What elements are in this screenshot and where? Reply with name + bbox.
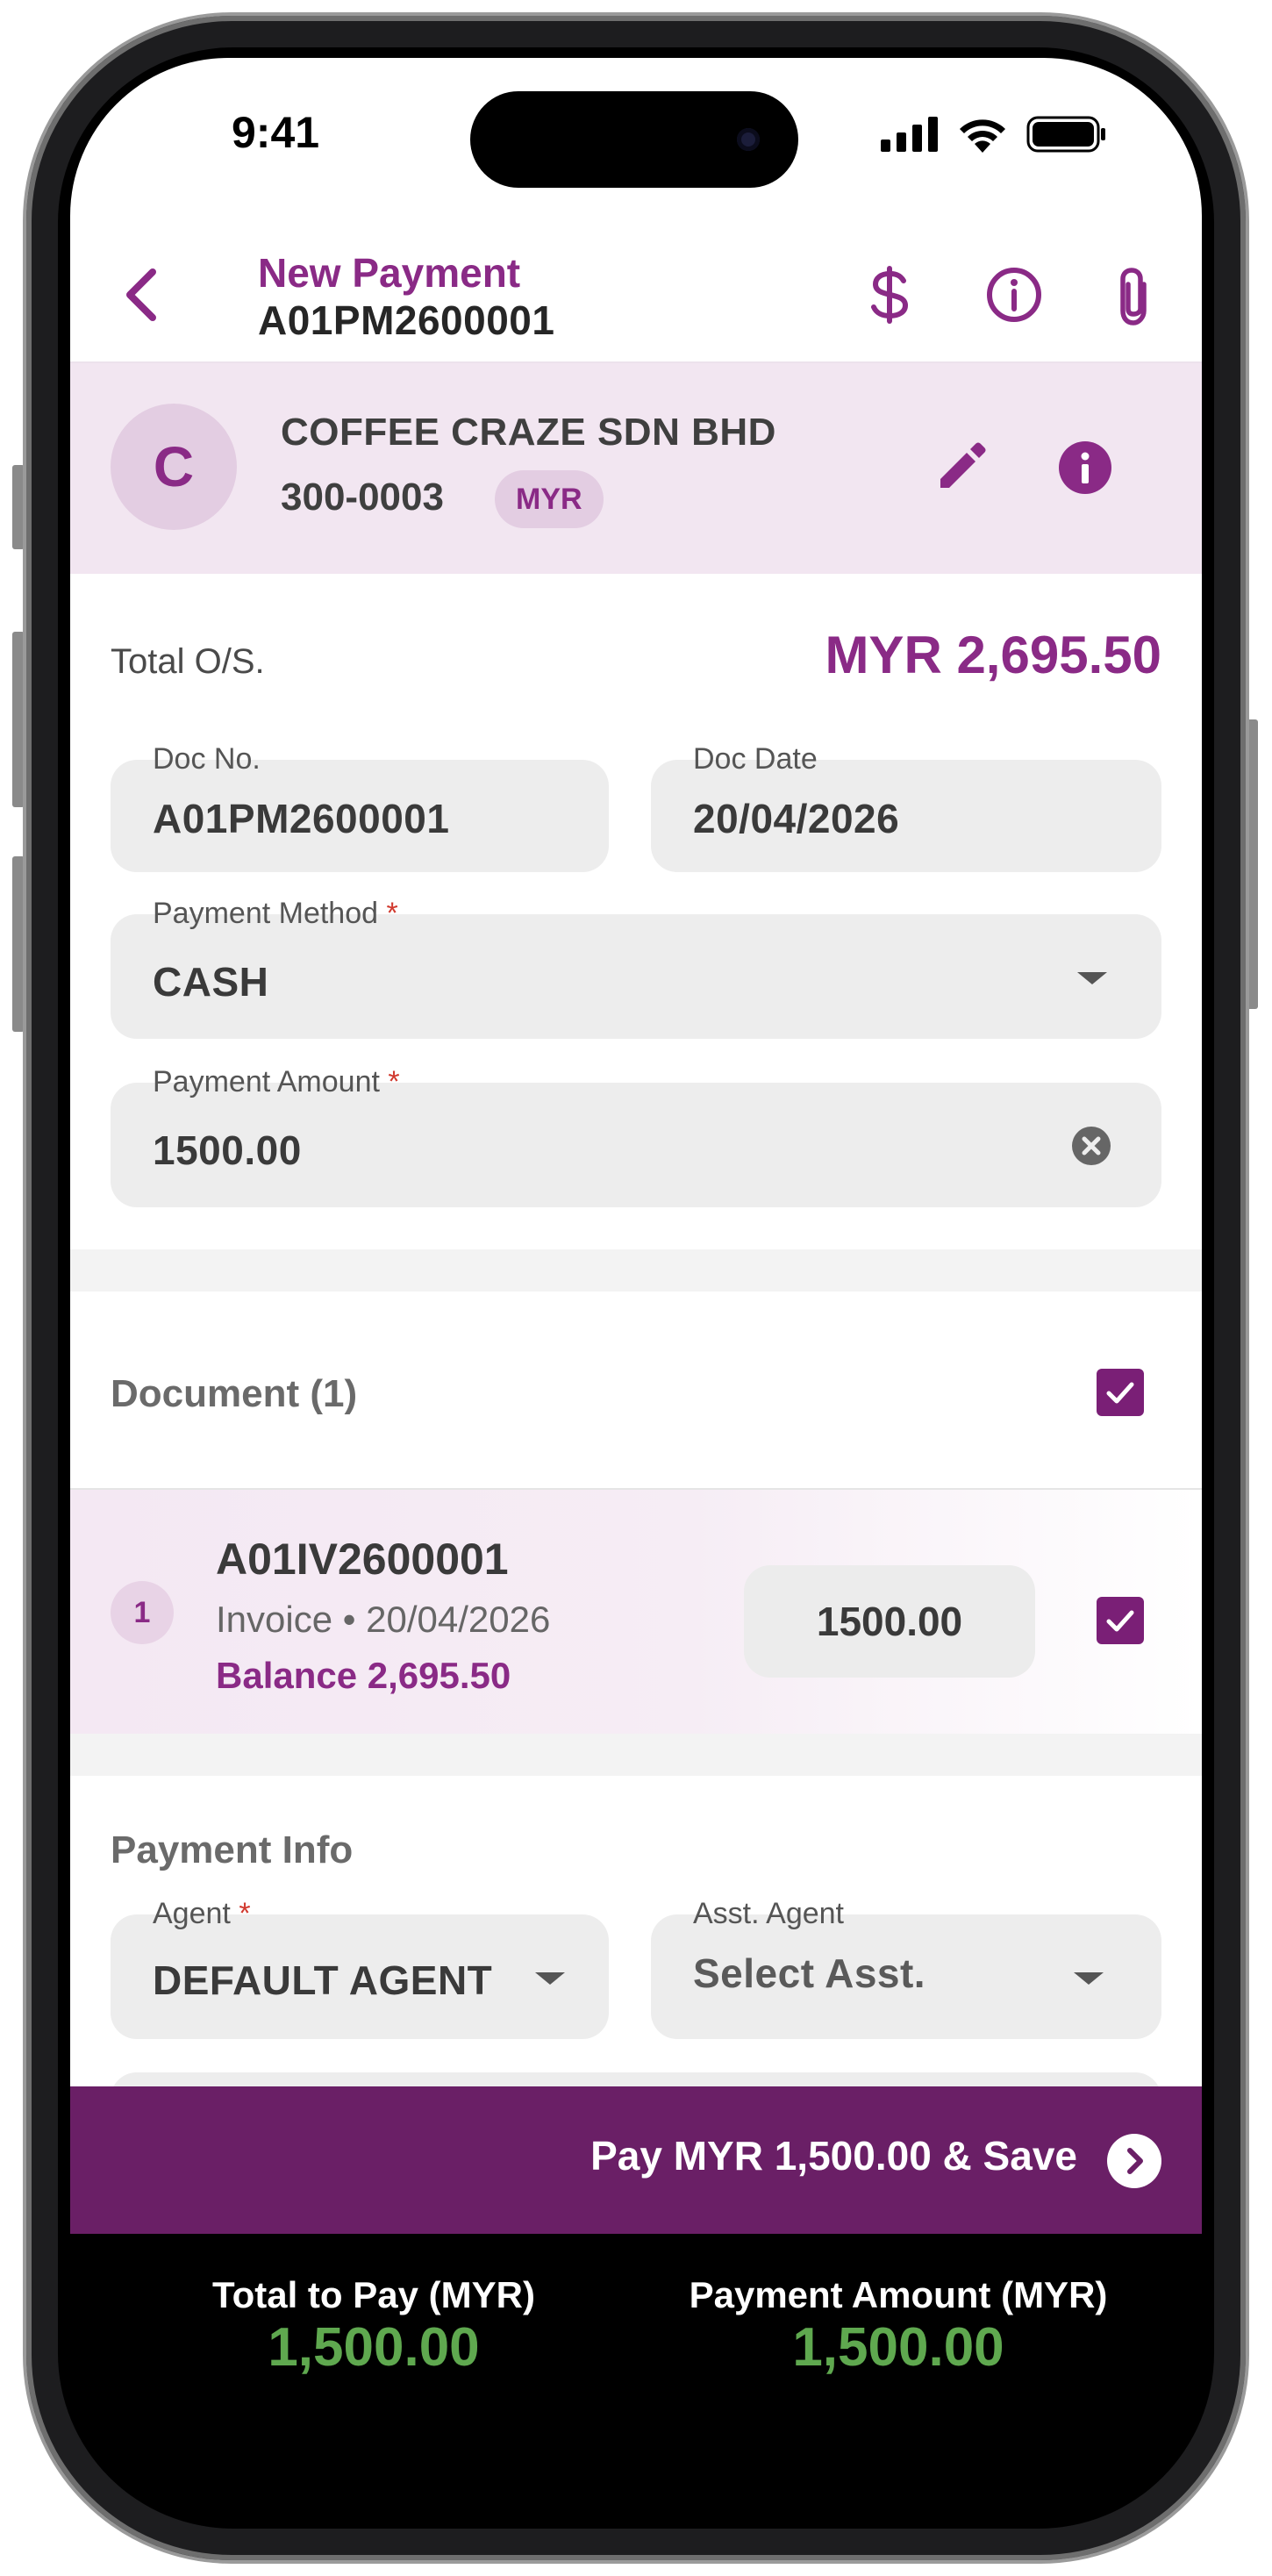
doc-no-field[interactable]: Doc No. A01PM2600001 xyxy=(111,742,609,872)
payment-method-label: Payment Method * xyxy=(153,897,398,931)
invoice-amount-input[interactable]: 1500.00 xyxy=(744,1565,1035,1678)
chevron-down-icon xyxy=(1074,1972,1104,1985)
status-icons xyxy=(881,116,1107,153)
customer-header: C COFFEE CRAZE SDN BHD 300-0003 MYR xyxy=(70,363,1202,574)
screen: 9:41 New Payment A01PM2600001 C COFFEE C… xyxy=(70,58,1202,2520)
pay-and-save-label: Pay MYR 1,500.00 & Save xyxy=(590,2133,1077,2179)
customer-avatar: C xyxy=(111,404,237,530)
customer-info-icon[interactable] xyxy=(1056,439,1114,497)
agent-select[interactable]: Agent * DEFAULT AGENT xyxy=(111,1897,609,2039)
total-to-pay: Total to Pay (MYR) 1,500.00 xyxy=(111,2274,637,2379)
asst-agent-placeholder: Select Asst. xyxy=(693,1950,926,1996)
payment-info-header: Payment Info xyxy=(111,1828,354,1871)
asst-agent-select[interactable]: Asst. Agent Select Asst. xyxy=(651,1897,1161,2039)
section-divider xyxy=(70,1734,1202,1776)
battery-icon xyxy=(1026,116,1105,153)
dynamic-island xyxy=(470,91,798,188)
chevron-down-icon xyxy=(1077,972,1107,984)
pay-and-save-button[interactable]: Pay MYR 1,500.00 & Save xyxy=(70,2086,1202,2234)
doc-date-field[interactable]: Doc Date 20/04/2026 xyxy=(651,742,1161,872)
page-doc-number: A01PM2600001 xyxy=(258,297,555,343)
payment-method-label-text: Payment Method xyxy=(153,897,379,930)
invoice-meta: Invoice • 20/04/2026 xyxy=(216,1599,551,1640)
chevron-down-icon xyxy=(535,1972,565,1985)
total-outstanding-value: MYR 2,695.50 xyxy=(825,626,1161,684)
device-frame: 9:41 New Payment A01PM2600001 C COFFEE C… xyxy=(0,0,1272,2576)
total-to-pay-label: Total to Pay (MYR) xyxy=(212,2274,535,2315)
total-outstanding-label: Total O/S. xyxy=(111,642,265,681)
clear-icon[interactable] xyxy=(1070,1125,1112,1167)
asst-agent-label: Asst. Agent xyxy=(693,1897,844,1930)
required-marker: * xyxy=(388,1065,400,1098)
select-all-checkbox[interactable] xyxy=(1097,1369,1144,1416)
row-index-badge: 1 xyxy=(111,1581,174,1644)
row-checkbox[interactable] xyxy=(1097,1597,1144,1644)
checkmark-icon xyxy=(1106,1382,1134,1404)
customer-name: COFFEE CRAZE SDN BHD xyxy=(281,411,776,454)
doc-no-label: Doc No. xyxy=(153,742,261,776)
payment-amount-summary-label: Payment Amount (MYR) xyxy=(689,2274,1108,2315)
nav-bar: New Payment A01PM2600001 xyxy=(70,226,1202,363)
section-divider xyxy=(70,1249,1202,1292)
page-title: New Payment xyxy=(258,250,521,296)
payment-amount-summary: Payment Amount (MYR) 1,500.00 xyxy=(635,2274,1161,2379)
dollar-icon[interactable] xyxy=(865,265,914,325)
payment-amount-summary-value: 1,500.00 xyxy=(792,2317,1004,2378)
arrow-right-icon xyxy=(1107,2134,1161,2188)
invoice-balance: Balance 2,695.50 xyxy=(216,1655,511,1696)
doc-date-label: Doc Date xyxy=(693,742,818,776)
signal-icon xyxy=(881,117,938,152)
agent-label: Agent * xyxy=(153,1897,251,1931)
invoice-number: A01IV2600001 xyxy=(216,1535,509,1584)
payment-amount-label-text: Payment Amount xyxy=(153,1065,380,1098)
total-to-pay-value: 1,500.00 xyxy=(268,2317,480,2378)
payment-method-select[interactable]: Payment Method * CASH xyxy=(111,897,1161,1039)
payment-summary: Total to Pay (MYR) 1,500.00 Payment Amou… xyxy=(70,2234,1202,2520)
agent-value: DEFAULT AGENT xyxy=(153,1957,493,2003)
payment-amount-label: Payment Amount * xyxy=(153,1065,400,1099)
info-outline-icon[interactable] xyxy=(984,265,1044,325)
paperclip-icon[interactable] xyxy=(1111,265,1156,328)
camera-icon xyxy=(737,128,760,151)
payment-method-value: CASH xyxy=(153,959,269,1005)
edit-pencil-icon[interactable] xyxy=(933,439,990,495)
payment-amount-value: 1500.00 xyxy=(153,1127,302,1173)
agent-label-text: Agent xyxy=(153,1897,231,1930)
wifi-icon xyxy=(960,119,1005,153)
doc-date-value: 20/04/2026 xyxy=(693,796,900,841)
customer-code: 300-0003 xyxy=(281,476,444,519)
payment-amount-field[interactable]: Payment Amount * 1500.00 xyxy=(111,1065,1161,1207)
required-marker: * xyxy=(386,897,398,930)
documents-header: Document (1) xyxy=(111,1372,358,1415)
checkmark-icon xyxy=(1106,1610,1134,1632)
status-time: 9:41 xyxy=(232,108,320,157)
list-item[interactable]: 1 A01IV2600001 Invoice • 20/04/2026 Bala… xyxy=(70,1490,1202,1734)
back-chevron-icon[interactable] xyxy=(119,267,163,323)
required-marker: * xyxy=(239,1897,251,1930)
currency-badge: MYR xyxy=(495,470,604,528)
doc-no-value: A01PM2600001 xyxy=(153,796,450,841)
